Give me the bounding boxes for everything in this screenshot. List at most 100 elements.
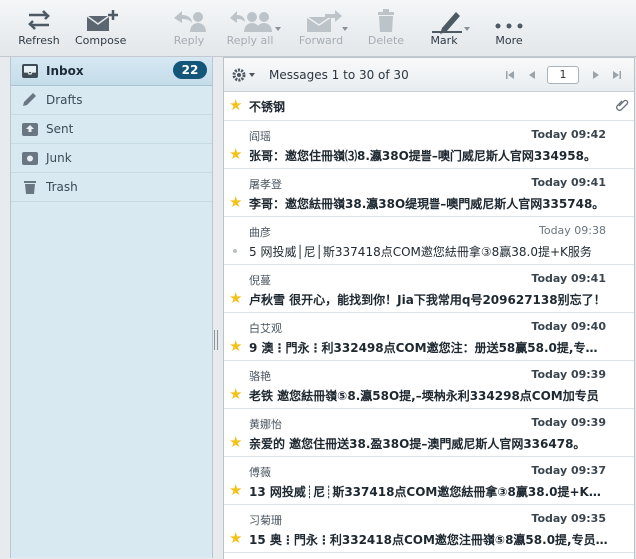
sidebar-item-label: Junk xyxy=(46,151,72,165)
compose-button[interactable]: Compose xyxy=(75,8,126,54)
star-icon[interactable]: ★ xyxy=(229,147,242,162)
more-button[interactable]: More xyxy=(490,8,528,54)
chevron-down-icon xyxy=(275,27,281,31)
read-dot-icon[interactable] xyxy=(233,249,237,253)
message-date: Today 09:39 xyxy=(531,368,606,381)
message-subject: 15 奥⋮門永⋮利332418点COM邀您注冊嶺⑤8瀛58.0提,专员一对一 xyxy=(249,533,609,547)
star-icon[interactable]: ★ xyxy=(229,483,242,498)
message-date: Today 09:35 xyxy=(531,512,606,525)
mark-label: Mark xyxy=(430,34,458,47)
unread-count-badge: 22 xyxy=(173,61,207,79)
prev-page-icon[interactable] xyxy=(527,69,537,83)
message-sender: 曲彦 xyxy=(249,226,271,239)
star-icon[interactable]: ★ xyxy=(229,98,242,113)
message-subject: 不锈钢 xyxy=(249,100,286,114)
mark-icon xyxy=(424,8,472,34)
forward-label: Forward xyxy=(298,34,344,47)
table-row[interactable]: 黄娜怡 Today 09:39 ★ 亲爱的 邀您住冊送38.盈38O提–澳門威尼斯人官… xyxy=(224,409,634,457)
sidebar-item-trash[interactable]: Trash xyxy=(11,173,212,202)
sidebar-item-label: Inbox xyxy=(46,64,84,78)
chevron-down-icon xyxy=(464,27,470,31)
refresh-label: Refresh xyxy=(18,34,60,47)
reply-all-button[interactable]: Reply all xyxy=(224,8,282,54)
table-row[interactable]: 屠孝登 Today 09:41 ★ 李哥：邀您紶冊嶺38.瀛38O缇現쁠–噢門威尼斯人… xyxy=(224,169,634,217)
message-sender: 白艾观 xyxy=(249,322,282,335)
delete-button[interactable]: Delete xyxy=(366,8,406,54)
message-sender: 傅薇 xyxy=(249,466,271,479)
sidebar-item-junk[interactable]: Junk xyxy=(11,144,212,173)
message-count: Messages 1 to 30 of 30 xyxy=(269,68,409,82)
star-icon[interactable]: ★ xyxy=(229,339,242,354)
chevron-down-icon[interactable] xyxy=(249,73,255,77)
table-row[interactable]: 阎瑶 Today 09:42 ★ 张哥：邀您住冊嶺⑶8.瀛38O提쁠–噢门威尼斯人官网… xyxy=(224,121,634,169)
pencil-icon xyxy=(21,92,39,108)
message-sender: 黄娜怡 xyxy=(249,418,282,431)
sidebar-item-label: Trash xyxy=(46,180,78,194)
message-list: Messages 1 to 30 of 30 1 ★ 不锈钢 阎瑶 Today 0… xyxy=(223,57,635,559)
sent-icon xyxy=(21,121,39,137)
message-subject: 亲爱的 邀您住冊送38.盈38O提–澳門威尼斯人官网336478。 xyxy=(249,437,586,451)
toolbar: Refresh Compose Reply Reply all Forward … xyxy=(0,0,636,57)
forward-icon xyxy=(298,8,350,34)
page-number-input[interactable]: 1 xyxy=(547,66,579,84)
trash-icon xyxy=(366,8,406,34)
reply-icon xyxy=(168,8,210,34)
sidebar-item-label: Sent xyxy=(46,122,74,136)
forward-button[interactable]: Forward xyxy=(298,8,350,54)
table-row[interactable]: 习菊珊 Today 09:35 ★ 15 奥⋮門永⋮利332418点COM邀您注冊嶺⑤… xyxy=(224,505,634,553)
next-page-icon[interactable] xyxy=(591,69,601,83)
last-page-icon[interactable] xyxy=(612,69,622,83)
inbox-icon xyxy=(21,63,39,79)
more-icon xyxy=(490,8,528,34)
gear-icon[interactable] xyxy=(232,68,246,82)
sidebar-item-inbox[interactable]: Inbox 22 xyxy=(11,57,212,86)
junk-icon xyxy=(21,150,39,166)
message-date: Today 09:41 xyxy=(531,176,606,189)
message-date: Today 09:41 xyxy=(531,272,606,285)
message-subject: 张哥：邀您住冊嶺⑶8.瀛38O提쁠–噢门威尼斯人官网334958。 xyxy=(249,149,596,163)
delete-label: Delete xyxy=(367,34,405,47)
star-icon[interactable]: ★ xyxy=(229,195,242,210)
chevron-down-icon xyxy=(342,27,348,31)
sidebar-item-sent[interactable]: Sent xyxy=(11,115,212,144)
star-icon[interactable]: ★ xyxy=(229,435,242,450)
reply-all-icon xyxy=(224,8,282,34)
message-sender: 习菊珊 xyxy=(249,514,282,527)
refresh-button[interactable]: Refresh xyxy=(17,8,61,54)
table-row[interactable]: 曲彦 Today 09:38 5 网投威│尼│斯337418点COM邀您紶冊拿③8赢… xyxy=(224,217,634,265)
message-sender: 屠孝登 xyxy=(249,178,282,191)
refresh-icon xyxy=(17,8,61,34)
message-sender: 倪蔓 xyxy=(249,274,271,287)
trash-icon xyxy=(21,179,39,195)
folder-sidebar: Inbox 22 Drafts Sent Junk Trash xyxy=(10,57,213,558)
more-label: More xyxy=(495,34,523,47)
reply-label: Reply xyxy=(173,34,205,47)
table-row[interactable]: 傅薇 Today 09:37 ★ 13 网投威┊尼┊斯337418点COM邀您紶冊拿③… xyxy=(224,457,634,505)
star-icon[interactable]: ★ xyxy=(229,291,242,306)
table-row[interactable]: 骆艳 Today 09:39 ★ 老铁 邀您紶冊嶺⑤8.瀛58O提,–堧枘永利3342… xyxy=(224,361,634,409)
reply-button[interactable]: Reply xyxy=(168,8,210,54)
message-sender: 阎瑶 xyxy=(249,130,271,143)
message-date: Today 09:38 xyxy=(538,224,606,237)
star-icon[interactable]: ★ xyxy=(229,531,242,546)
message-date: Today 09:40 xyxy=(531,320,606,333)
attachment-icon xyxy=(615,98,629,112)
mark-button[interactable]: Mark xyxy=(424,8,472,54)
pane-splitter[interactable] xyxy=(213,330,219,350)
sidebar-item-drafts[interactable]: Drafts xyxy=(11,86,212,115)
compose-icon xyxy=(75,8,125,34)
table-row[interactable]: 白艾观 Today 09:40 ★ 9 澳⋮門永⋮利332498点COM邀您注：册送5… xyxy=(224,313,634,361)
message-subject: 卢秋雪 很开心，能找到你！Jia下我常用q号209627138别忘了！ xyxy=(249,293,606,307)
first-page-icon[interactable] xyxy=(505,69,515,83)
sidebar-item-label: Drafts xyxy=(46,93,83,107)
star-icon[interactable]: ★ xyxy=(229,387,242,402)
message-subject: 9 澳⋮門永⋮利332498点COM邀您注：册送58赢58.0提,专员一对一 xyxy=(249,341,609,355)
list-item[interactable]: ★ 不锈钢 xyxy=(224,92,634,121)
message-subject: 5 网投威│尼│斯337418点COM邀您紶冊拿③8赢38.0提+K服务 xyxy=(249,245,592,259)
message-date: Today 09:37 xyxy=(531,464,606,477)
table-row[interactable]: 倪蔓 Today 09:41 ★ 卢秋雪 很开心，能找到你！Jia下我常用q号2096… xyxy=(224,265,634,313)
message-date: Today 09:39 xyxy=(531,416,606,429)
list-header: Messages 1 to 30 of 30 1 xyxy=(224,58,634,92)
message-subject: 13 网投威┊尼┊斯337418点COM邀您紶冊拿③8赢38.0提+K服务 xyxy=(249,485,609,499)
message-subject: 老铁 邀您紶冊嶺⑤8.瀛58O提,–堧枘永利334298点COM加专员 xyxy=(249,389,599,403)
